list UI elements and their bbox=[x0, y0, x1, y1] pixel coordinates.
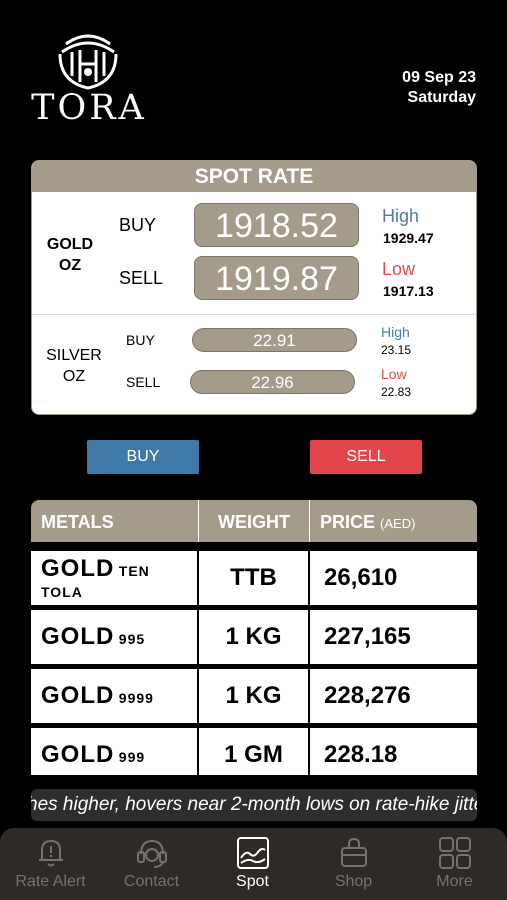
headset-icon bbox=[136, 839, 167, 868]
metal-name: GOLD bbox=[41, 682, 115, 709]
news-ticker[interactable]: hes higher, hovers near 2-month lows on … bbox=[31, 789, 477, 821]
gold-name-line2: OZ bbox=[58, 257, 82, 274]
metal-cell: GOLD 9999 bbox=[31, 669, 199, 723]
gold-sell-label: SELL bbox=[119, 268, 164, 288]
gold-high-label: High bbox=[382, 206, 420, 226]
bell-icon bbox=[38, 839, 63, 867]
header-weight: WEIGHT bbox=[199, 500, 310, 542]
table-row: GOLD 995 1 KG 227,165 bbox=[31, 610, 477, 664]
logo-text: TORA bbox=[31, 88, 147, 128]
gold-spot-row: GOLD OZ BUY SELL 1918.52 1919.87 High 19… bbox=[32, 192, 476, 313]
chart-icon bbox=[236, 837, 269, 869]
silver-low-label: Low bbox=[381, 366, 407, 382]
silver-spot-row: SILVER OZ BUY SELL 22.91 22.96 High 23.1… bbox=[32, 314, 476, 414]
table-header: METALS WEIGHT PRICE (AED) bbox=[31, 500, 477, 542]
header-price-label: PRICE bbox=[320, 512, 376, 532]
header-price-unit: (AED) bbox=[380, 516, 416, 531]
metal-name: GOLD bbox=[41, 623, 115, 650]
silver-low-value: 22.83 bbox=[381, 385, 412, 399]
metal-cell: GOLD 995 bbox=[31, 610, 199, 664]
brand-logo: TORA bbox=[28, 30, 150, 130]
nav-item-rate-alert[interactable]: Rate Alert bbox=[0, 828, 101, 900]
silver-sell-label: SELL bbox=[126, 374, 161, 390]
weight-cell: 1 KG bbox=[199, 610, 310, 664]
date-display: 09 Sep 23 Saturday bbox=[402, 68, 476, 108]
spot-rate-title: SPOT RATE bbox=[32, 161, 476, 192]
grid-icon bbox=[438, 837, 471, 869]
nav-label-rate-alert: Rate Alert bbox=[15, 873, 86, 890]
weight-cell: TTB bbox=[199, 551, 310, 605]
gold-high-value: 1929.47 bbox=[383, 230, 434, 246]
nav-item-contact[interactable]: Contact bbox=[101, 828, 202, 900]
metals-price-table: METALS WEIGHT PRICE (AED) GOLD TEN TOLA … bbox=[31, 500, 477, 775]
gold-buy-price: 1918.52 bbox=[194, 203, 359, 247]
silver-buy-price: 22.91 bbox=[192, 328, 357, 352]
nav-label-contact: Contact bbox=[123, 873, 180, 890]
table-row: GOLD TEN TOLA TTB 26,610 bbox=[31, 551, 477, 605]
price-cell: 228,276 bbox=[324, 682, 411, 709]
price-cell: 227,165 bbox=[324, 623, 411, 650]
weight-cell: 1 KG bbox=[199, 669, 310, 723]
news-ticker-text: hes higher, hovers near 2-month lows on … bbox=[31, 794, 477, 815]
silver-name: SILVER OZ bbox=[40, 345, 108, 387]
table-row: GOLD 9999 1 KG 228,276 bbox=[31, 669, 477, 723]
buy-button[interactable]: BUY bbox=[87, 440, 199, 474]
price-cell: 228.18 bbox=[324, 741, 398, 768]
metal-name: GOLD bbox=[41, 741, 115, 768]
silver-name-line1: SILVER bbox=[46, 347, 102, 364]
nav-item-shop[interactable]: Shop bbox=[303, 828, 404, 900]
metal-grade: TEN bbox=[118, 563, 150, 579]
silver-high-value: 23.15 bbox=[381, 343, 412, 357]
bag-icon bbox=[340, 837, 367, 867]
metal-grade: 995 bbox=[118, 631, 146, 647]
metal-cell: GOLD TEN TOLA bbox=[31, 551, 199, 605]
metal-grade: 9999 bbox=[118, 690, 154, 706]
tora-emblem-icon bbox=[58, 34, 118, 90]
silver-name-line2: OZ bbox=[62, 368, 86, 385]
day-text: Saturday bbox=[407, 89, 476, 106]
metal-cell: GOLD 999 bbox=[31, 728, 199, 775]
spot-rate-card: SPOT RATE GOLD OZ BUY SELL 1918.52 1919.… bbox=[31, 160, 477, 415]
nav-item-more[interactable]: More bbox=[404, 828, 505, 900]
weight-cell: 1 GM bbox=[199, 728, 310, 775]
date-text: 09 Sep 23 bbox=[402, 69, 476, 86]
nav-label-shop: Shop bbox=[334, 873, 373, 890]
gold-buy-label: BUY bbox=[119, 215, 157, 235]
table-row: GOLD 999 1 GM 228.18 bbox=[31, 728, 477, 775]
gold-low-label: Low bbox=[382, 259, 416, 279]
silver-sell-price: 22.96 bbox=[190, 370, 355, 394]
gold-low-value: 1917.13 bbox=[383, 283, 434, 299]
header-price: PRICE (AED) bbox=[310, 500, 477, 542]
metal-grade: 999 bbox=[118, 749, 146, 765]
sell-button[interactable]: SELL bbox=[310, 440, 422, 474]
gold-name-line1: GOLD bbox=[46, 236, 94, 253]
silver-buy-label: BUY bbox=[126, 332, 155, 348]
price-cell: 26,610 bbox=[324, 564, 398, 591]
nav-item-spot[interactable]: Spot bbox=[202, 828, 303, 900]
metal-grade-line2: TOLA bbox=[41, 584, 83, 600]
header-metals: METALS bbox=[31, 500, 199, 542]
nav-label-spot: Spot bbox=[236, 873, 269, 890]
gold-name: GOLD OZ bbox=[44, 234, 96, 276]
nav-label-more: More bbox=[436, 873, 473, 890]
gold-sell-price: 1919.87 bbox=[194, 256, 359, 300]
silver-high-label: High bbox=[381, 324, 410, 340]
metal-name: GOLD bbox=[41, 555, 115, 582]
bottom-navigation: Rate Alert Contact Spot Shop More bbox=[0, 828, 507, 900]
